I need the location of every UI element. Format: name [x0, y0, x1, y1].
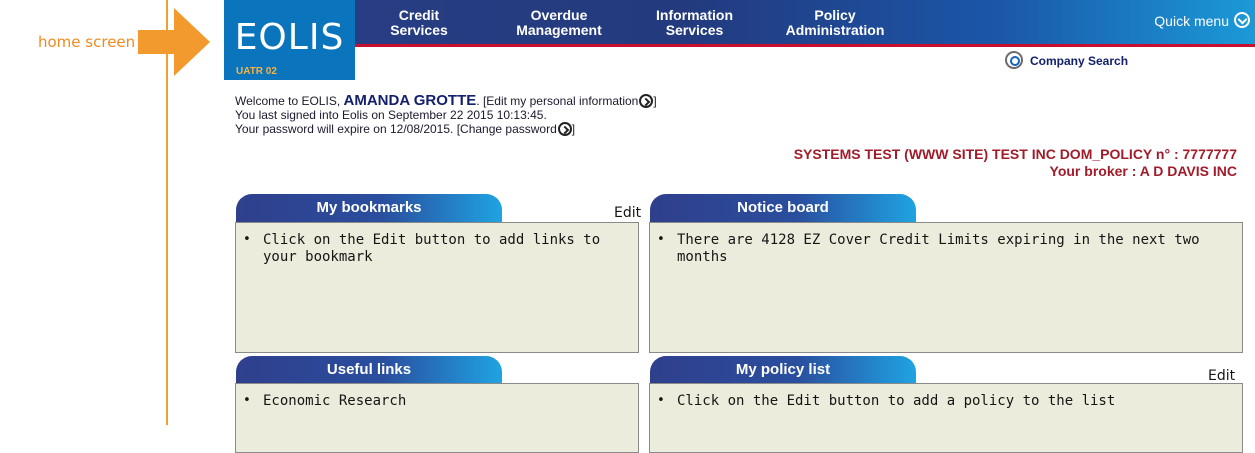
nav-credit-services[interactable]: Credit Services [374, 8, 464, 38]
chevron-right-circle-icon[interactable] [639, 94, 654, 108]
policy-line: SYSTEMS TEST (WWW SITE) TEST INC DOM_POL… [793, 146, 1237, 162]
annotation-arrow-icon [138, 8, 210, 76]
list-item: Click on the Edit button to add a policy… [650, 384, 1242, 410]
nav-information-services[interactable]: Information Services [642, 8, 747, 38]
nav-label-line2: Management [516, 22, 602, 38]
edit-personal-info-link[interactable]: . [Edit my personal information [476, 94, 638, 108]
change-password-link[interactable]: Your password will expire on 12/08/2015.… [235, 122, 557, 136]
company-search-link[interactable]: Company Search [1030, 54, 1128, 68]
nav-label-line2: Services [665, 22, 724, 38]
bookmarks-edit-link[interactable]: Edit [614, 205, 641, 221]
top-navigation-bar: Credit Services Overdue Management Infor… [224, 0, 1255, 44]
list-item[interactable]: Economic Research [236, 384, 638, 410]
bracket: ] [571, 122, 576, 136]
nav-label-line1: Credit [398, 7, 440, 23]
bracket: ] [653, 94, 657, 108]
header-divider [224, 44, 1255, 47]
policy-info: SYSTEMS TEST (WWW SITE) TEST INC DOM_POL… [794, 146, 1237, 180]
nav-label-line1: Overdue [530, 7, 588, 23]
chevron-right-circle-icon[interactable] [557, 122, 572, 136]
logo-text: EOLIS [234, 17, 345, 58]
welcome-line: Welcome to EOLIS, AMANDA GROTTE. [Edit m… [235, 92, 657, 109]
nav-overdue-management[interactable]: Overdue Management [504, 8, 614, 38]
welcome-prefix: Welcome to EOLIS, [235, 94, 344, 108]
useful-links-panel: Economic Research [235, 383, 639, 453]
list-item[interactable]: There are 4128 EZ Cover Credit Limits ex… [650, 223, 1242, 266]
eolis-logo[interactable]: EOLIS UATR 02 [224, 0, 355, 80]
broker-line: Your broker : A D DAVIS INC [1049, 163, 1237, 179]
list-item: Click on the Edit button to add links to… [236, 223, 638, 266]
chevron-down-circle-icon[interactable] [1234, 12, 1250, 28]
nav-label-line1: Information [656, 7, 733, 23]
user-name: AMANDA GROTTE [343, 92, 477, 109]
policy-list-edit-link[interactable]: Edit [1208, 368, 1235, 384]
nav-label-line1: Policy [814, 7, 856, 23]
nav-label-line2: Administration [785, 22, 885, 38]
annotation-label: home screen [38, 33, 136, 51]
welcome-block: Welcome to EOLIS, AMANDA GROTTE. [Edit m… [235, 92, 657, 136]
quick-menu-button[interactable]: Quick menu [1154, 13, 1229, 29]
nav-policy-administration[interactable]: Policy Administration [774, 8, 896, 38]
bookmarks-panel: Click on the Edit button to add links to… [235, 222, 639, 353]
environment-label: UATR 02 [236, 66, 277, 77]
notice-board-panel: There are 4128 EZ Cover Credit Limits ex… [649, 222, 1243, 353]
policy-list-panel: Click on the Edit button to add a policy… [649, 383, 1243, 453]
search-icon[interactable] [1005, 51, 1023, 69]
last-signed-in-text: You last signed into Eolis on September … [235, 108, 547, 122]
nav-label-line2: Services [390, 22, 448, 38]
password-line: Your password will expire on 12/08/2015.… [235, 122, 657, 136]
